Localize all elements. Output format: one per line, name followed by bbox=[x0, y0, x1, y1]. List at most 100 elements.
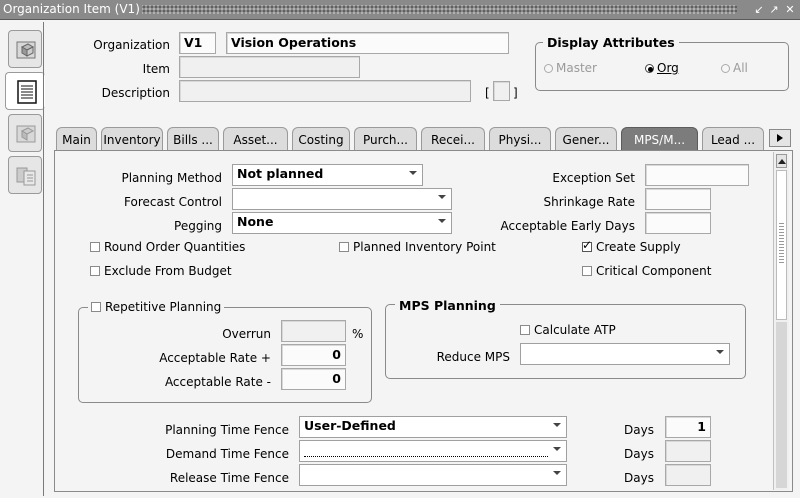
planned-inventory-point-checkbox[interactable]: Planned Inventory Point bbox=[339, 240, 496, 254]
demand-time-fence-days-field[interactable] bbox=[665, 440, 711, 462]
reduce-mps-select[interactable] bbox=[520, 343, 730, 365]
calculate-atp-label: Calculate ATP bbox=[534, 323, 616, 337]
demand-time-fence-select[interactable] bbox=[299, 440, 567, 462]
mps-planning-group bbox=[385, 304, 746, 379]
release-time-fence-select[interactable] bbox=[299, 464, 567, 486]
tab-receiving[interactable]: Recei... bbox=[421, 127, 485, 151]
scroll-thumb[interactable] bbox=[776, 170, 787, 320]
checkbox-indicator[interactable] bbox=[520, 325, 530, 335]
radio-master-indicator[interactable] bbox=[544, 64, 553, 73]
acceptable-early-days-field[interactable] bbox=[645, 212, 711, 234]
radio-org-label: Org bbox=[657, 61, 679, 75]
side-button-items[interactable] bbox=[8, 156, 42, 194]
checkbox-indicator[interactable] bbox=[339, 242, 349, 252]
pegging-label: Pegging bbox=[174, 219, 222, 233]
overrun-label: Overrun bbox=[222, 327, 271, 341]
chevron-down-icon bbox=[553, 447, 561, 451]
scroll-right-arrow-icon bbox=[777, 134, 783, 142]
organization-label: Organization bbox=[93, 38, 170, 52]
release-time-fence-days-field[interactable] bbox=[665, 464, 711, 486]
planning-method-select[interactable]: Not planned bbox=[232, 164, 423, 186]
checkbox-indicator[interactable] bbox=[582, 266, 592, 276]
exclude-from-budget-label: Exclude From Budget bbox=[104, 264, 232, 278]
tab-inventory[interactable]: Inventory bbox=[101, 127, 163, 151]
planning-time-fence-days-field[interactable]: 1 bbox=[665, 416, 711, 438]
open-folder-icon bbox=[16, 41, 36, 59]
overrun-field[interactable] bbox=[281, 320, 346, 342]
focus-indicator bbox=[304, 456, 548, 457]
radio-all[interactable]: All bbox=[721, 61, 748, 75]
scroll-up-button[interactable] bbox=[776, 154, 787, 168]
shrinkage-rate-field[interactable] bbox=[645, 188, 711, 210]
copy-folder-icon bbox=[16, 125, 36, 143]
repetitive-planning-checkbox[interactable]: Repetitive Planning bbox=[88, 300, 225, 314]
release-time-fence-label: Release Time Fence bbox=[169, 471, 289, 485]
demand-days-label: Days bbox=[624, 447, 654, 461]
acceptable-rate-plus-label: Acceptable Rate + bbox=[159, 351, 271, 365]
acceptable-rate-minus-label: Acceptable Rate - bbox=[164, 375, 271, 389]
tab-purchasing[interactable]: Purch... bbox=[354, 127, 417, 151]
planning-time-fence-value: User-Defined bbox=[304, 418, 396, 433]
planning-method-label: Planning Method bbox=[121, 171, 222, 185]
acceptable-rate-minus-field[interactable]: 0 bbox=[281, 368, 346, 390]
list-icon bbox=[17, 80, 37, 104]
exclude-from-budget-checkbox[interactable]: Exclude From Budget bbox=[90, 264, 232, 278]
tab-lead-times[interactable]: Lead ... bbox=[702, 127, 764, 151]
bracket-open: [ bbox=[485, 86, 490, 100]
tab-physical[interactable]: Physi... bbox=[489, 127, 551, 151]
item-field[interactable] bbox=[179, 56, 360, 78]
checkbox-indicator[interactable] bbox=[91, 302, 101, 312]
tab-costing[interactable]: Costing bbox=[292, 127, 350, 151]
tab-general[interactable]: Gener... bbox=[555, 127, 617, 151]
close-icon[interactable]: ✕ bbox=[783, 3, 797, 17]
display-attributes-title: Display Attributes bbox=[543, 35, 679, 50]
checkbox-indicator[interactable]: ✓ bbox=[582, 238, 592, 252]
organization-code-field[interactable]: V1 bbox=[179, 32, 216, 54]
organization-name-field[interactable]: Vision Operations bbox=[226, 32, 509, 54]
chevron-down-icon bbox=[553, 471, 561, 475]
title-bar-texture bbox=[142, 5, 737, 14]
vertical-scrollbar[interactable] bbox=[773, 152, 789, 490]
forecast-control-select[interactable] bbox=[232, 188, 452, 210]
radio-org[interactable]: Org bbox=[645, 61, 679, 75]
window-title-bar[interactable]: Organization Item (V1) ↙ ↗ ✕ bbox=[0, 0, 800, 20]
pegging-select[interactable]: None bbox=[232, 212, 452, 234]
planning-days-label: Days bbox=[624, 423, 654, 437]
critical-component-checkbox[interactable]: Critical Component bbox=[582, 264, 711, 278]
acceptable-rate-plus-field[interactable]: 0 bbox=[281, 344, 346, 366]
description-label: Description bbox=[101, 86, 170, 100]
item-list-icon bbox=[16, 167, 36, 186]
radio-master[interactable]: Master bbox=[544, 61, 597, 75]
radio-all-indicator[interactable] bbox=[721, 64, 730, 73]
tab-mps-mrp[interactable]: MPS/M... bbox=[621, 127, 698, 151]
planned-inventory-point-label: Planned Inventory Point bbox=[353, 240, 496, 254]
side-button-open[interactable] bbox=[8, 30, 42, 68]
window-title: Organization Item (V1) bbox=[3, 2, 140, 16]
side-button-list[interactable] bbox=[5, 72, 45, 110]
radio-master-label: Master bbox=[556, 61, 597, 75]
tab-main[interactable]: Main bbox=[56, 127, 97, 151]
acceptable-early-days-label: Acceptable Early Days bbox=[500, 219, 635, 233]
create-supply-checkbox[interactable]: ✓ Create Supply bbox=[582, 238, 681, 254]
critical-component-label: Critical Component bbox=[596, 264, 712, 278]
scroll-track[interactable] bbox=[776, 322, 787, 488]
round-order-quantities-checkbox[interactable]: Round Order Quantities bbox=[90, 240, 245, 254]
checkbox-indicator[interactable] bbox=[90, 266, 100, 276]
flexfield-button[interactable] bbox=[493, 81, 510, 101]
demand-time-fence-label: Demand Time Fence bbox=[165, 447, 289, 461]
percent-sign: % bbox=[352, 327, 364, 341]
side-button-copy[interactable] bbox=[8, 114, 42, 152]
tab-asset[interactable]: Asset... bbox=[223, 127, 288, 151]
radio-org-indicator[interactable] bbox=[645, 64, 654, 73]
tab-bills[interactable]: Bills ... bbox=[167, 127, 219, 151]
planning-time-fence-select[interactable]: User-Defined bbox=[299, 416, 567, 438]
tab-scroll-right-button[interactable] bbox=[769, 129, 791, 147]
exception-set-field[interactable] bbox=[645, 164, 749, 186]
checkbox-indicator[interactable] bbox=[90, 242, 100, 252]
maximize-icon[interactable]: ↗ bbox=[767, 3, 781, 17]
description-field[interactable] bbox=[179, 80, 471, 102]
calculate-atp-checkbox[interactable]: Calculate ATP bbox=[520, 323, 616, 337]
chevron-down-icon bbox=[438, 219, 446, 223]
minimize-icon[interactable]: ↙ bbox=[752, 3, 766, 17]
exception-set-label: Exception Set bbox=[552, 171, 635, 185]
